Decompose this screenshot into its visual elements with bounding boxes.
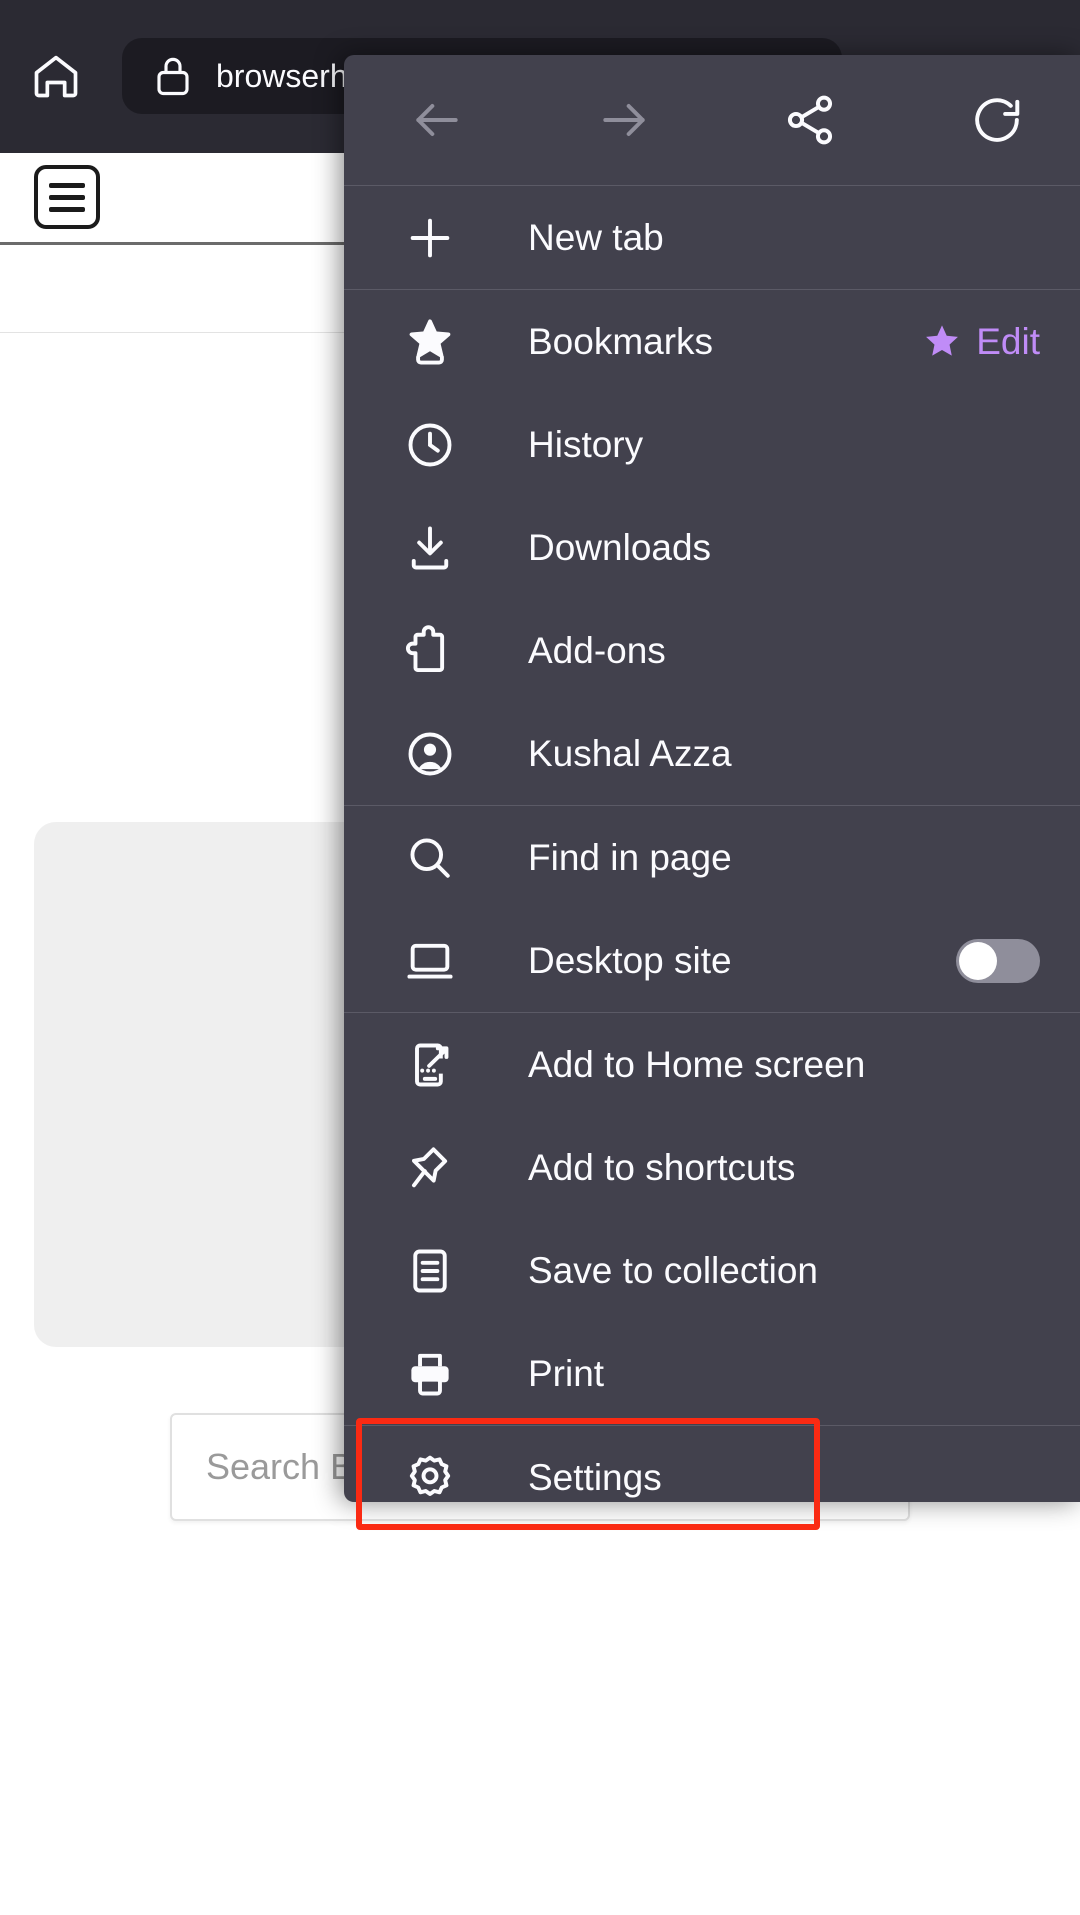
reload-button[interactable] [958,81,1036,159]
browser-main-menu: New tab Bookmarks Edit History Downloads… [344,55,1080,1502]
clock-icon [402,417,458,473]
menu-item-desktop-site-label: Desktop site [528,939,732,981]
menu-item-account-label: Kushal Azza [528,732,732,774]
desktop-site-toggle[interactable] [956,938,1040,983]
plus-icon [402,210,458,266]
pin-icon [402,1140,458,1196]
screen: browserho Br Home [0,0,1080,1915]
puzzle-icon [402,623,458,679]
bookmarks-edit-label: Edit [976,320,1040,362]
menu-item-bookmarks-label: Bookmarks [528,320,714,362]
menu-nav-row [344,55,1080,185]
back-button[interactable] [398,81,476,159]
share-button[interactable] [771,81,849,159]
gear-icon [402,1450,458,1503]
menu-item-desktop-site[interactable]: Desktop site [344,909,1080,1012]
menu-item-settings[interactable]: Settings [344,1426,1080,1502]
menu-item-history-label: History [528,423,644,465]
menu-item-new-tab[interactable]: New tab [344,186,1080,289]
menu-item-new-tab-label: New tab [528,216,664,258]
menu-item-add-to-home-screen-label: Add to Home screen [528,1043,866,1085]
bookmark-star-icon [402,314,458,370]
forward-button[interactable] [585,81,663,159]
menu-item-downloads[interactable]: Downloads [344,496,1080,599]
menu-item-add-to-home-screen[interactable]: Add to Home screen [344,1013,1080,1116]
menu-item-settings-label: Settings [528,1456,662,1498]
menu-item-history[interactable]: History [344,393,1080,496]
menu-item-downloads-label: Downloads [528,526,712,568]
menu-item-print-label: Print [528,1352,605,1394]
download-icon [402,520,458,576]
menu-item-find-in-page-label: Find in page [528,836,732,878]
menu-item-save-to-collection[interactable]: Save to collection [344,1219,1080,1322]
menu-item-print[interactable]: Print [344,1322,1080,1425]
home-icon[interactable] [24,44,88,108]
menu-item-add-ons-label: Add-ons [528,629,666,671]
lock-icon [152,53,194,99]
add-to-home-icon [402,1037,458,1093]
account-circle-icon [402,726,458,782]
laptop-icon [402,933,458,989]
collection-icon [402,1243,458,1299]
bookmarks-edit-button[interactable]: Edit [921,321,1040,363]
url-text: browserho [216,57,366,94]
menu-item-add-to-shortcuts[interactable]: Add to shortcuts [344,1116,1080,1219]
menu-item-find-in-page[interactable]: Find in page [344,806,1080,909]
menu-item-bookmarks[interactable]: Bookmarks Edit [344,290,1080,393]
menu-item-add-ons[interactable]: Add-ons [344,599,1080,702]
search-icon [402,830,458,886]
star-icon [921,321,963,363]
printer-icon [402,1346,458,1402]
menu-item-account[interactable]: Kushal Azza [344,702,1080,805]
menu-item-add-to-shortcuts-label: Add to shortcuts [528,1146,796,1188]
menu-item-save-to-collection-label: Save to collection [528,1249,819,1291]
